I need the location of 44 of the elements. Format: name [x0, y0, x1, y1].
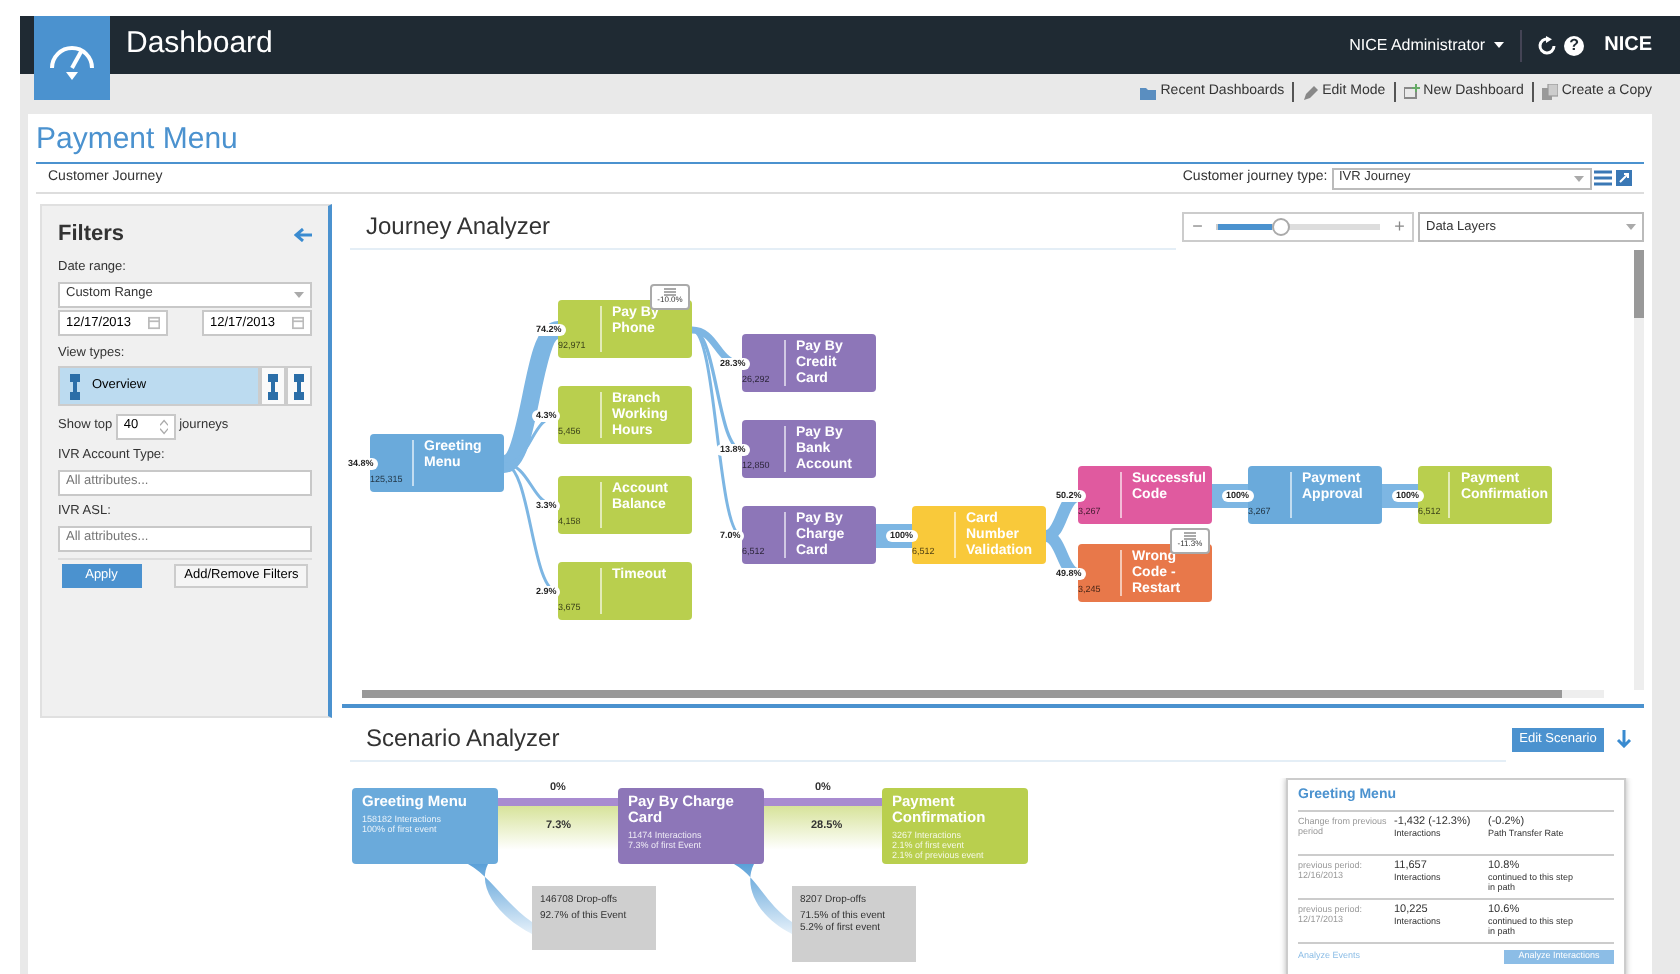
page-title: Dashboard	[126, 24, 273, 65]
flow-band	[498, 798, 618, 850]
section-title: Payment Menu	[34, 120, 240, 160]
brand-logo: NICE	[1604, 32, 1652, 60]
flow-link	[1212, 484, 1248, 508]
flow-band	[764, 798, 882, 850]
analyzer-title: Journey Analyzer	[350, 204, 1176, 250]
flow-link	[1382, 484, 1418, 508]
refresh-icon[interactable]	[1537, 35, 1558, 55]
add-icon	[1403, 84, 1420, 100]
view-type-button[interactable]	[260, 366, 286, 407]
scrollbar-thumb[interactable]	[1634, 250, 1644, 318]
dropoff-flow	[468, 864, 532, 934]
expand-icon[interactable]	[1616, 170, 1632, 186]
copy-icon	[1541, 84, 1558, 100]
list-icon	[664, 288, 676, 296]
help-icon[interactable]: ?	[1564, 35, 1585, 55]
view-type-icon	[70, 373, 80, 400]
zoom-slider[interactable]	[1216, 224, 1381, 230]
pencil-icon	[1302, 84, 1319, 100]
folder-icon	[1140, 84, 1157, 100]
calendar-icon[interactable]	[147, 316, 160, 331]
caret-icon	[1573, 175, 1583, 181]
view-type-button[interactable]	[286, 366, 312, 407]
logo-button[interactable]	[34, 16, 110, 100]
flow-link	[876, 524, 912, 548]
view-type-icon	[294, 373, 304, 400]
dropoff-flow	[734, 864, 792, 934]
scrollbar-thumb[interactable]	[362, 690, 1562, 698]
caret-icon	[1626, 224, 1636, 230]
filters-title: Filters	[58, 220, 125, 250]
caret-icon	[1493, 42, 1504, 48]
list-icon[interactable]	[1594, 170, 1613, 186]
spinner-icon[interactable]	[159, 417, 168, 436]
caret-icon	[294, 291, 304, 297]
back-arrow-icon[interactable]	[294, 227, 312, 242]
zoom-slider-fill[interactable]	[1218, 224, 1273, 230]
calendar-icon[interactable]	[291, 316, 304, 331]
list-icon	[1184, 532, 1196, 540]
analyzer-title: Scenario Analyzer	[350, 716, 1505, 762]
slider-thumb[interactable]	[1272, 218, 1291, 236]
view-type-icon	[268, 373, 278, 400]
down-arrow-icon[interactable]	[1616, 730, 1632, 748]
user-menu[interactable]: NICE Administrator	[1349, 33, 1504, 57]
